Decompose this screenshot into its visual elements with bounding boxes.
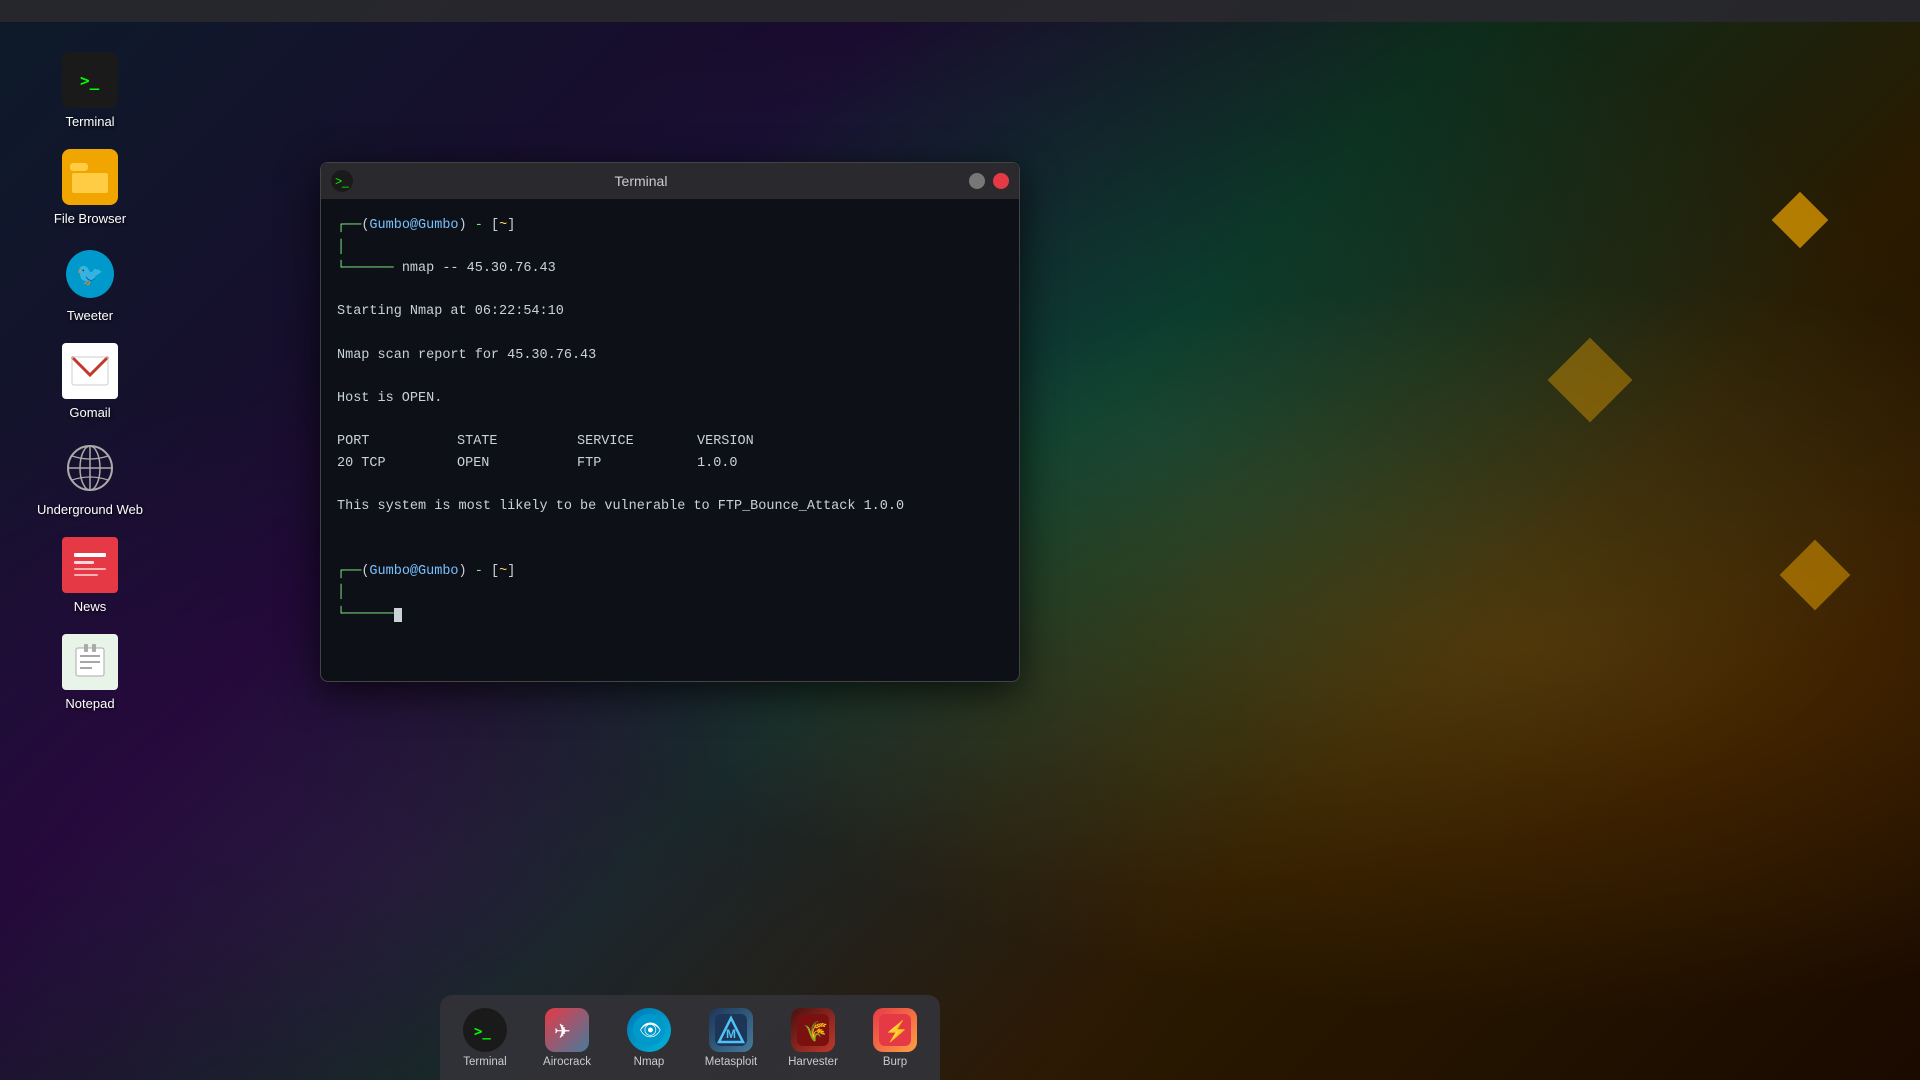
- svg-text:🐦: 🐦: [76, 262, 103, 287]
- taskbar-nmap-label: Nmap: [634, 1056, 665, 1068]
- taskbar-item-harvester[interactable]: 🌾 Harvester: [777, 1002, 849, 1074]
- terminal-window: >_ Terminal ┌──(Gumbo@Gumbo) - [~] │ └──…: [320, 162, 1020, 682]
- taskbar-metasploit-icon: M: [709, 1008, 753, 1052]
- taskbar-burp-label: Burp: [883, 1056, 907, 1068]
- tweeter-label: Tweeter: [67, 308, 113, 323]
- svg-text:✈: ✈: [554, 1021, 571, 1043]
- notepad-icon: [62, 634, 118, 690]
- svg-text:>_: >_: [474, 1024, 491, 1040]
- taskbar: >_ Terminal ✈ Airocrack 👁 Nmap: [440, 995, 940, 1080]
- desktop-icons: >_ Terminal File Browser 🐦 Tweeter: [0, 22, 180, 741]
- underground-web-label: Underground Web: [37, 502, 143, 517]
- svg-text:🌾: 🌾: [803, 1020, 828, 1043]
- tweeter-icon: 🐦: [62, 246, 118, 302]
- terminal-output-vuln: This system is most likely to be vulnera…: [337, 496, 1003, 518]
- taskbar-item-nmap[interactable]: 👁 Nmap: [613, 1002, 685, 1074]
- terminal-cursor: [394, 608, 402, 622]
- terminal-label: Terminal: [65, 114, 114, 129]
- svg-text:⚡: ⚡: [884, 1019, 909, 1043]
- taskbar-harvester-icon: 🌾: [791, 1008, 835, 1052]
- svg-text:👁: 👁: [639, 1020, 662, 1040]
- taskbar-terminal-icon: >_: [463, 1008, 507, 1052]
- mail-svg: [70, 353, 110, 389]
- minimize-button[interactable]: [969, 173, 985, 189]
- terminal-line-cursor-row: │: [337, 582, 1003, 604]
- terminal-output-2: Nmap scan report for 45.30.76.43: [337, 345, 1003, 367]
- terminal-svg: >_: [72, 62, 108, 98]
- terminal-line-2: │: [337, 237, 1003, 259]
- terminal-icon: >_: [62, 52, 118, 108]
- terminal-line-prompt2: ┌──(Gumbo@Gumbo) - [~]: [337, 561, 1003, 583]
- notepad-svg: [70, 642, 110, 682]
- file-browser-icon: [62, 149, 118, 205]
- folder-svg: [70, 159, 110, 195]
- news-label: News: [74, 599, 107, 614]
- taskbar-nmap-icon: 👁: [627, 1008, 671, 1052]
- terminal-title: Terminal: [361, 173, 921, 189]
- desktop-icon-underground-web[interactable]: Underground Web: [30, 440, 150, 517]
- desktop-icon-file-browser[interactable]: File Browser: [30, 149, 150, 226]
- terminal-titlebar: >_ Terminal: [321, 163, 1019, 199]
- taskbar-airocrack-label: Airocrack: [543, 1056, 591, 1068]
- taskbar-item-metasploit[interactable]: M Metasploit: [695, 1002, 767, 1074]
- web-svg: [66, 444, 114, 492]
- gomail-icon: [62, 343, 118, 399]
- gomail-label: Gomail: [69, 405, 110, 420]
- terminal-output-3: Host is OPEN.: [337, 388, 1003, 410]
- close-button[interactable]: [993, 173, 1009, 189]
- notepad-label: Notepad: [65, 696, 114, 711]
- news-svg: [70, 545, 110, 585]
- terminal-line-3: └────── nmap -- 45.30.76.43: [337, 258, 1003, 280]
- terminal-table-row: 20 TCP OPEN FTP 1.0.0: [337, 453, 1003, 475]
- desktop-icon-tweeter[interactable]: 🐦 Tweeter: [30, 246, 150, 323]
- taskbar-item-terminal[interactable]: >_ Terminal: [449, 1002, 521, 1074]
- file-browser-label: File Browser: [54, 211, 126, 226]
- taskbar-airocrack-icon: ✈: [545, 1008, 589, 1052]
- underground-web-icon: [62, 440, 118, 496]
- taskbar-item-airocrack[interactable]: ✈ Airocrack: [531, 1002, 603, 1074]
- svg-text:>_: >_: [80, 71, 100, 90]
- terminal-table-header: PORT STATE SERVICE VERSION: [337, 431, 1003, 453]
- topbar: [0, 0, 1920, 22]
- tweeter-svg: 🐦: [66, 250, 114, 298]
- terminal-output-1: Starting Nmap at 06:22:54:10: [337, 301, 1003, 323]
- taskbar-harvester-label: Harvester: [788, 1056, 838, 1068]
- news-icon: [62, 537, 118, 593]
- taskbar-burp-icon: ⚡: [873, 1008, 917, 1052]
- desktop-icon-news[interactable]: News: [30, 537, 150, 614]
- taskbar-terminal-label: Terminal: [463, 1056, 506, 1068]
- terminal-titlebar-icon: >_: [331, 170, 353, 192]
- terminal-line-1: ┌──(Gumbo@Gumbo) - [~]: [337, 215, 1003, 237]
- taskbar-item-burp[interactable]: ⚡ Burp: [859, 1002, 931, 1074]
- svg-text:M: M: [726, 1027, 736, 1041]
- terminal-body[interactable]: ┌──(Gumbo@Gumbo) - [~] │ └────── nmap --…: [321, 199, 1019, 681]
- desktop-icon-gomail[interactable]: Gomail: [30, 343, 150, 420]
- taskbar-metasploit-label: Metasploit: [705, 1056, 757, 1068]
- desktop-icon-terminal[interactable]: >_ Terminal: [30, 52, 150, 129]
- terminal-line-input: └──────: [337, 604, 1003, 626]
- desktop-icon-notepad[interactable]: Notepad: [30, 634, 150, 711]
